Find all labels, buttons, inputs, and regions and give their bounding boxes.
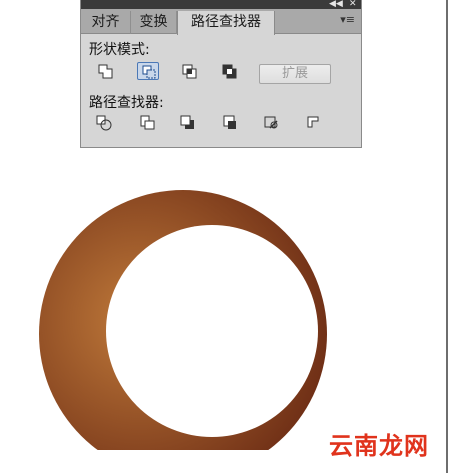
trim-button[interactable] <box>137 114 159 132</box>
tab-label: 路径查找器 <box>191 14 261 30</box>
tab-label: 对齐 <box>91 14 120 30</box>
panel-tabs: 对齐 变换 路径查找器 ▾≡ <box>81 9 361 35</box>
canvas-right-margin <box>448 0 467 473</box>
crescent-artwork[interactable] <box>0 180 360 450</box>
crescent-shape[interactable] <box>39 190 327 450</box>
intersect-button[interactable] <box>179 63 201 81</box>
unite-button[interactable] <box>95 63 117 81</box>
crop-icon <box>223 115 236 129</box>
minus-back-icon <box>307 116 319 128</box>
tab-label: 变换 <box>139 14 168 30</box>
exclude-button[interactable] <box>219 63 241 81</box>
tab-pathfinder[interactable]: 路径查找器 <box>177 11 275 35</box>
pathfinder-panel: ◀◀ ✕ 对齐 变换 路径查找器 ▾≡ 形状模式: 扩展 路径查找器: <box>80 0 362 148</box>
panel-titlebar: ◀◀ ✕ <box>81 0 361 9</box>
panel-menu-icon[interactable]: ▾≡ <box>340 13 355 26</box>
expand-button[interactable]: 扩展 <box>259 64 331 84</box>
minus-front-icon <box>142 65 156 79</box>
shape-modes-label: 形状模式: <box>89 42 150 58</box>
outline-button[interactable] <box>261 114 283 132</box>
merge-icon <box>180 115 194 129</box>
exclude-icon <box>222 64 237 79</box>
pathfinders-label: 路径查找器: <box>89 95 164 111</box>
watermark-text: 云南龙网 <box>329 432 429 460</box>
minus-front-button[interactable] <box>137 62 159 80</box>
crop-button[interactable] <box>219 114 241 132</box>
divide-icon <box>96 115 112 131</box>
divide-button[interactable] <box>93 114 115 132</box>
tab-align[interactable]: 对齐 <box>81 11 131 34</box>
unite-icon <box>98 64 113 79</box>
tab-transform[interactable]: 变换 <box>131 11 177 34</box>
intersect-icon <box>182 64 197 79</box>
minus-back-button[interactable] <box>303 114 325 132</box>
trim-icon <box>140 115 155 130</box>
close-panel-icon[interactable]: ✕ <box>349 0 357 9</box>
outline-icon <box>264 116 278 129</box>
collapse-panel-icon[interactable]: ◀◀ <box>329 0 343 9</box>
merge-button[interactable] <box>177 114 199 132</box>
